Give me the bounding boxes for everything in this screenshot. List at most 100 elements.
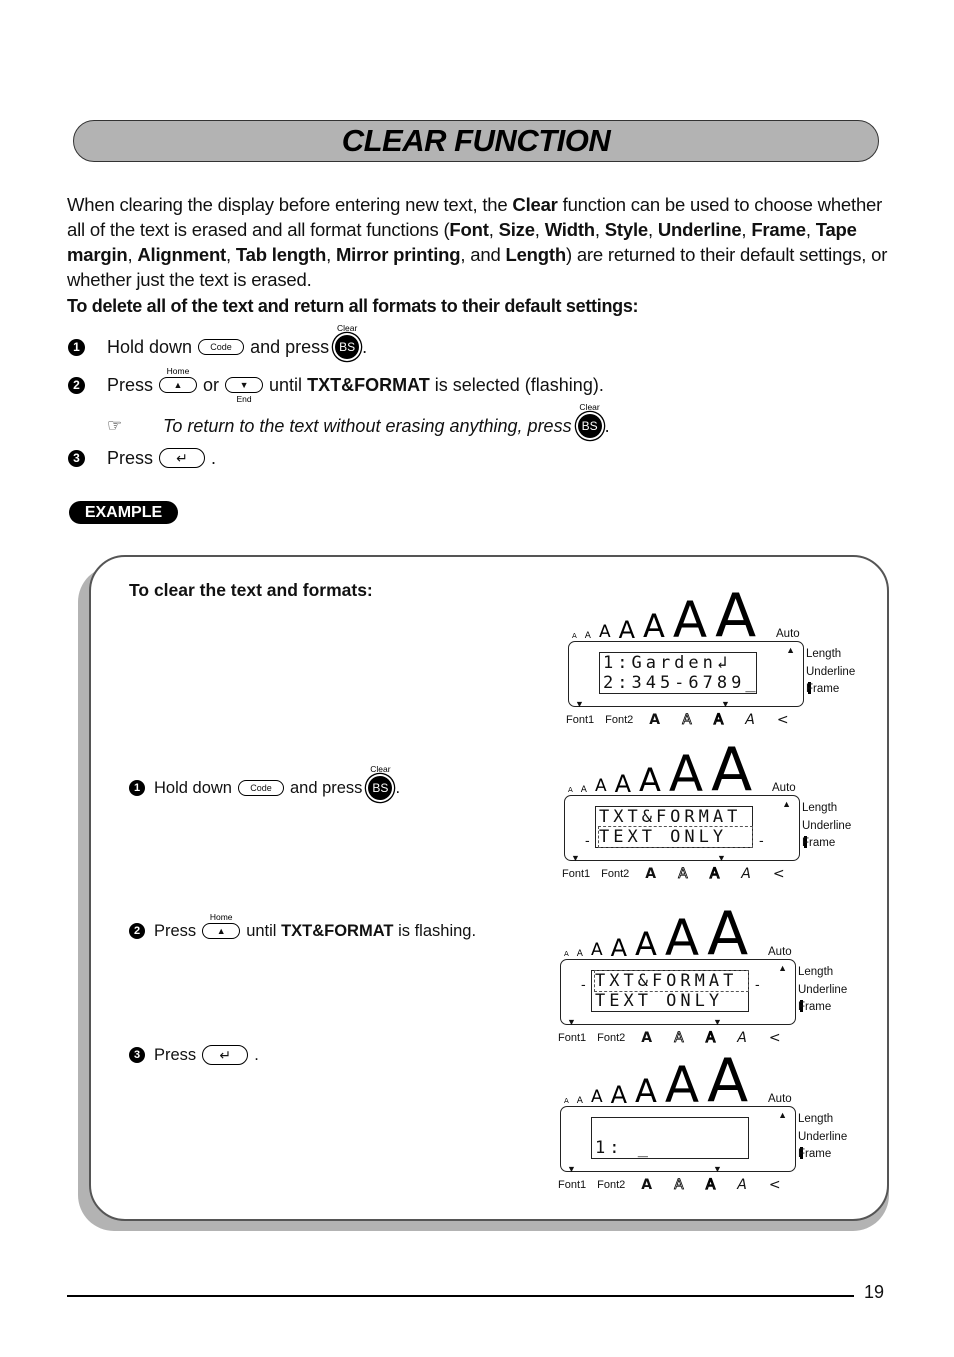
up-arrow-key-icon: Home ▲ <box>159 366 198 393</box>
lcd-line: TXT&FORMAT <box>594 970 749 992</box>
lcd-frame: ▲ ▼ ▼ 1: _ <box>560 1106 803 1174</box>
lcd-display-1: A A A A A A A Auto ▲ ▼ ▼ 1:Garden↲ 2:345-6789_ Length… <box>560 581 880 738</box>
style-indicator: < <box>768 1030 781 1046</box>
intro-bold-term: Style <box>604 219 648 240</box>
step-text: until <box>269 375 303 395</box>
flash-marker: - <box>585 832 590 848</box>
auto-label: Auto <box>776 628 800 640</box>
step-text: Press <box>154 922 197 940</box>
up-triangle-icon: ▲ <box>778 963 787 973</box>
font2-label: Font2 <box>601 868 630 880</box>
key-label: ▼ <box>239 380 249 390</box>
style-indicator: < <box>776 712 789 728</box>
style-indicator: A <box>741 866 751 882</box>
intro-text: , <box>594 219 605 240</box>
lcd-line: TXT&FORMAT <box>599 807 742 827</box>
side-label: Length <box>806 648 842 660</box>
lcd-line: TEXT ONLY <box>595 991 724 1011</box>
lcd-line: 1: _ <box>595 1138 652 1158</box>
size-indicator: A <box>639 761 661 800</box>
size-indicator: A <box>584 630 591 641</box>
size-indicator: A <box>598 622 611 643</box>
step-1: 1 Hold down Code and press Clear BS . <box>68 323 368 359</box>
intro-bold-term: Length <box>505 244 566 265</box>
step-number: 3 <box>129 1047 145 1063</box>
size-indicator: A <box>672 591 708 649</box>
lcd-frame: ▲ ▼ ▼ TXT&FORMAT TEXT ONLY - - <box>560 959 803 1027</box>
down-triangle-icon: ▼ <box>575 699 584 709</box>
style-indicator: A <box>641 1177 653 1193</box>
key-label: BS <box>581 419 598 433</box>
page-number: 19 <box>864 1282 885 1302</box>
step-3: 3 Press ↵ . <box>68 446 216 470</box>
up-triangle-icon: ▲ <box>782 799 791 809</box>
down-triangle-icon: ▼ <box>567 1017 576 1027</box>
intro-text: , <box>127 244 138 265</box>
down-triangle-icon: ▼ <box>713 1164 722 1174</box>
side-labels: Length Underline Frame <box>802 800 851 853</box>
side-label: Underline <box>802 819 852 832</box>
size-indicator: A <box>568 786 573 795</box>
font2-label: Font2 <box>597 1179 626 1191</box>
flash-marker: - <box>759 832 764 848</box>
down-arrow-key-icon: ▼ End <box>225 377 264 404</box>
style-indicator: A <box>674 1030 684 1047</box>
size-indicator: A <box>711 735 753 805</box>
step-text: Hold down <box>154 779 232 797</box>
side-label: Underline <box>806 665 856 678</box>
size-indicator: A <box>715 581 757 651</box>
auto-label: Auto <box>768 946 792 958</box>
size-indicators: AAAAAAA <box>564 904 756 967</box>
lcd-text-area: 1: _ <box>591 1117 749 1159</box>
style-indicator: A <box>737 1177 747 1193</box>
lcd-frame: ▲ ▼ ▼ 1:Garden↲ 2:345-6789_ <box>568 641 811 709</box>
subheading: To delete all of the text and return all… <box>67 296 639 316</box>
size-indicator: A <box>590 940 603 961</box>
side-label: Underline <box>798 983 848 996</box>
step-text: or <box>203 375 220 395</box>
intro-bold-term: Width <box>544 219 595 240</box>
font2-label: Font2 <box>597 1032 626 1044</box>
intro-bold-term: Clear <box>512 194 558 215</box>
side-labels: Length Underline Frame <box>806 646 855 699</box>
side-label: Frame <box>802 837 836 849</box>
lcd-frame: ▲ ▼ ▼ TXT&FORMAT TEXT ONLY - - <box>564 795 807 863</box>
size-indicator: A <box>614 769 632 798</box>
intro-bold-term: Frame <box>751 219 806 240</box>
lcd-display-2: A A A A A A A Auto ▲ ▼ ▼ TXT&FORMAT TEXT ONLY - - Lengt… <box>556 735 876 892</box>
size-indicator: A <box>594 776 607 797</box>
style-indicator: A <box>745 712 755 728</box>
intro-bold-term: Mirror printing <box>335 244 461 265</box>
size-indicator: A <box>576 1095 583 1106</box>
intro-bold-term: Size <box>498 219 535 240</box>
side-label: Underline <box>798 1130 848 1143</box>
step-number: 2 <box>68 376 85 394</box>
lcd-text-area: TXT&FORMAT TEXT ONLY <box>591 970 749 1012</box>
intro-bold-term: Underline <box>657 219 742 240</box>
size-indicator: A <box>610 1080 628 1109</box>
font1-label: Font1 <box>558 1179 587 1191</box>
side-label: Length <box>798 966 834 978</box>
page-title-banner: CLEAR FUNCTION <box>73 120 879 162</box>
punct: . <box>362 337 368 357</box>
font-indicators: Font1 Font2 A A A A < <box>562 865 807 882</box>
enter-key-icon: ↵ <box>202 1045 249 1065</box>
punct: . <box>395 779 401 797</box>
code-key-icon: Code <box>237 780 284 796</box>
down-triangle-icon: ▼ <box>567 1164 576 1174</box>
font-indicators: Font1 Font2 A A A A < <box>558 1029 803 1047</box>
example-step-1: 1 Hold down Code and press Clear BS . <box>129 764 401 800</box>
step-number: 1 <box>129 780 145 796</box>
style-indicator: A <box>682 712 692 729</box>
up-triangle-icon: ▲ <box>786 645 795 655</box>
step-number: 2 <box>129 923 145 939</box>
up-triangle-icon: ▲ <box>778 1110 787 1120</box>
step-bold: TXT&FORMAT <box>307 375 430 395</box>
example-step-3: 3 Press ↵ . <box>129 1043 259 1067</box>
size-indicator: A <box>664 909 700 967</box>
lcd-line: TEXT ONLY <box>598 826 753 848</box>
footer-rule <box>67 1295 854 1297</box>
key-caption: Home <box>166 366 190 376</box>
size-indicators: AAAAAAA <box>568 735 760 805</box>
step-text: until <box>246 922 277 940</box>
